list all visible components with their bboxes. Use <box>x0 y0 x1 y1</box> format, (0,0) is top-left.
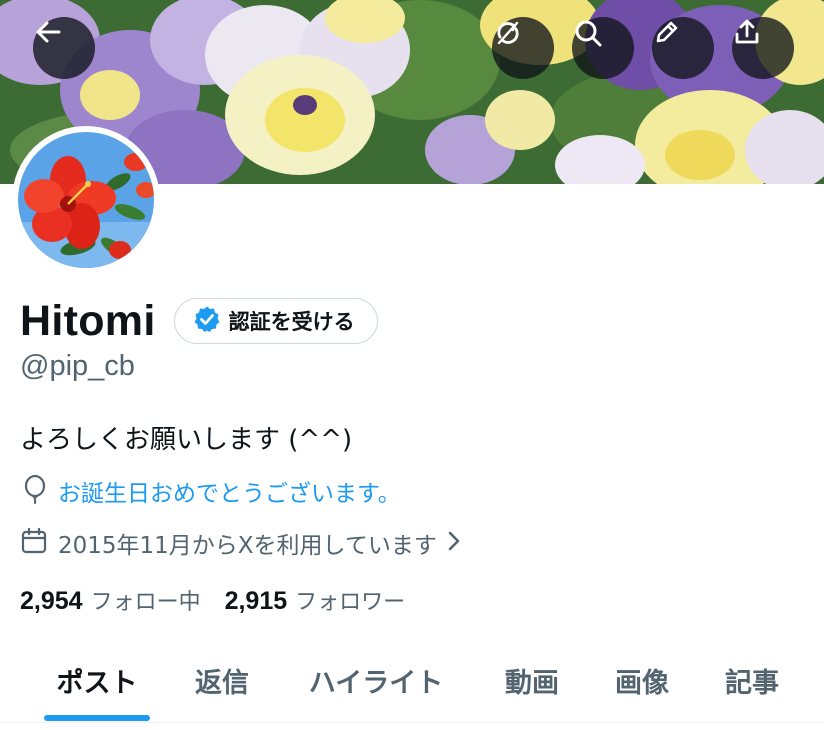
edit-button[interactable] <box>652 17 714 79</box>
birthday-text[interactable]: お誕生日おめでとうございます。 <box>58 474 401 508</box>
followers-link[interactable]: 2,915 フォロワー <box>225 584 406 616</box>
profile-tabs: ポスト 返信 ハイライト 動画 画像 記事 <box>0 640 824 723</box>
get-verified-button[interactable]: 認証を受ける <box>173 298 378 344</box>
balloon-icon <box>20 474 50 508</box>
following-label: フォロー中 <box>90 590 201 615</box>
joined-row[interactable]: 2015年11月からXを利用しています <box>20 526 463 560</box>
active-tab-indicator <box>44 715 150 721</box>
verified-badge-icon <box>193 305 221 337</box>
followers-label: フォロワー <box>295 590 406 615</box>
following-count: 2,954 <box>20 587 83 615</box>
tab-images[interactable]: 画像 <box>602 640 682 720</box>
display-name: Hitomi <box>20 296 156 345</box>
refresh-button[interactable] <box>492 17 554 79</box>
avatar-image <box>18 132 154 268</box>
calendar-icon <box>20 527 48 559</box>
name-row: Hitomi 認証を受ける <box>20 294 378 348</box>
share-button[interactable] <box>732 17 794 79</box>
back-button[interactable] <box>33 17 95 79</box>
follow-counts: 2,954 フォロー中 2,915 フォロワー <box>20 584 405 616</box>
chevron-right-icon <box>445 530 463 556</box>
get-verified-label: 認証を受ける <box>228 310 355 334</box>
tab-articles[interactable]: 記事 <box>712 640 792 720</box>
user-handle: @pip_cb <box>20 350 135 382</box>
birthday-row: お誕生日おめでとうございます。 <box>20 474 401 508</box>
tabs-divider <box>0 722 824 723</box>
tab-videos[interactable]: 動画 <box>492 640 572 720</box>
tab-highlights[interactable]: ハイライト <box>296 640 456 720</box>
tab-replies[interactable]: 返信 <box>182 640 262 720</box>
profile-bio: よろしくお願いします (^^) <box>20 425 353 455</box>
following-link[interactable]: 2,954 フォロー中 <box>20 584 201 616</box>
followers-count: 2,915 <box>224 587 288 615</box>
search-button[interactable] <box>572 17 634 79</box>
avatar[interactable] <box>12 126 160 274</box>
joined-text: 2015年11月からXを利用しています <box>58 533 437 559</box>
tab-posts[interactable]: ポスト <box>44 640 150 720</box>
